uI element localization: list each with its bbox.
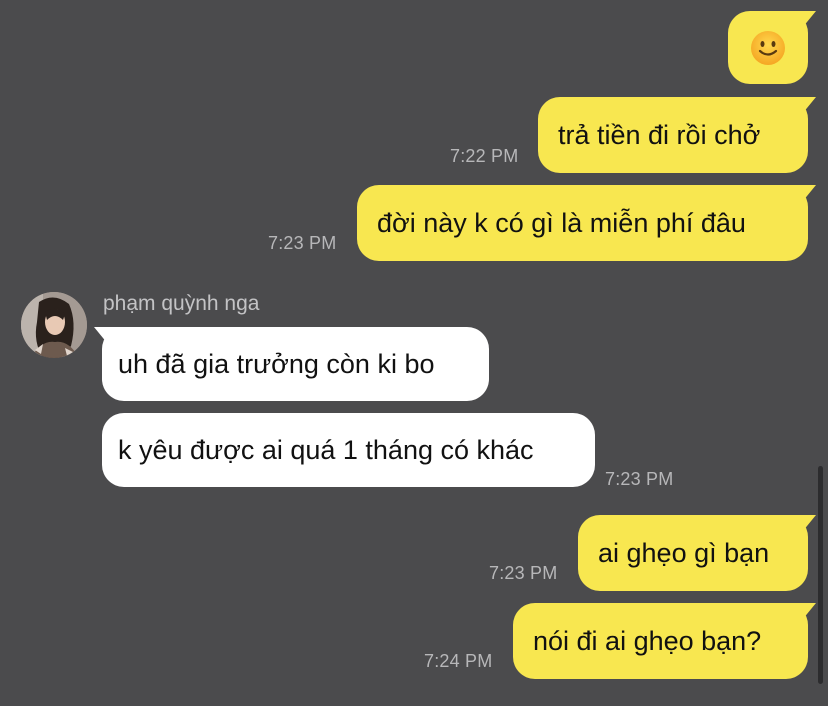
message-bubble-sent[interactable]: trả tiền đi rồi chở (538, 97, 808, 173)
message-bubble-emoji[interactable] (728, 11, 808, 84)
message-text: trả tiền đi rồi chở (558, 120, 761, 150)
message-timestamp: 7:24 PM (424, 651, 493, 671)
message-text: đời này k có gì là miễn phí đâu (377, 208, 746, 238)
message-bubble-sent[interactable]: ai ghẹo gì bạn (578, 515, 808, 591)
message-timestamp: 7:23 PM (605, 469, 674, 489)
slightly-smiling-face-icon (750, 30, 786, 66)
message-bubble-sent[interactable]: nói đi ai ghẹo bạn? (513, 603, 808, 679)
message-text: ai ghẹo gì bạn (598, 538, 770, 568)
message-bubble-sent[interactable]: đời này k có gì là miễn phí đâu (357, 185, 808, 261)
contact-avatar[interactable] (21, 292, 87, 358)
contact-name: phạm quỳnh nga (103, 292, 260, 315)
message-text: uh đã gia trưởng còn ki bo (118, 349, 435, 379)
message-text: k yêu được ai quá 1 tháng có khác (118, 435, 534, 465)
message-text: nói đi ai ghẹo bạn? (533, 626, 762, 656)
message-timestamp: 7:23 PM (489, 563, 558, 583)
message-timestamp: 7:23 PM (268, 233, 337, 253)
message-bubble-received[interactable]: uh đã gia trưởng còn ki bo (102, 327, 489, 401)
message-bubble-received[interactable]: k yêu được ai quá 1 tháng có khác (102, 413, 595, 487)
message-timestamp: 7:22 PM (450, 146, 519, 166)
chat-scrollbar[interactable] (818, 466, 823, 684)
